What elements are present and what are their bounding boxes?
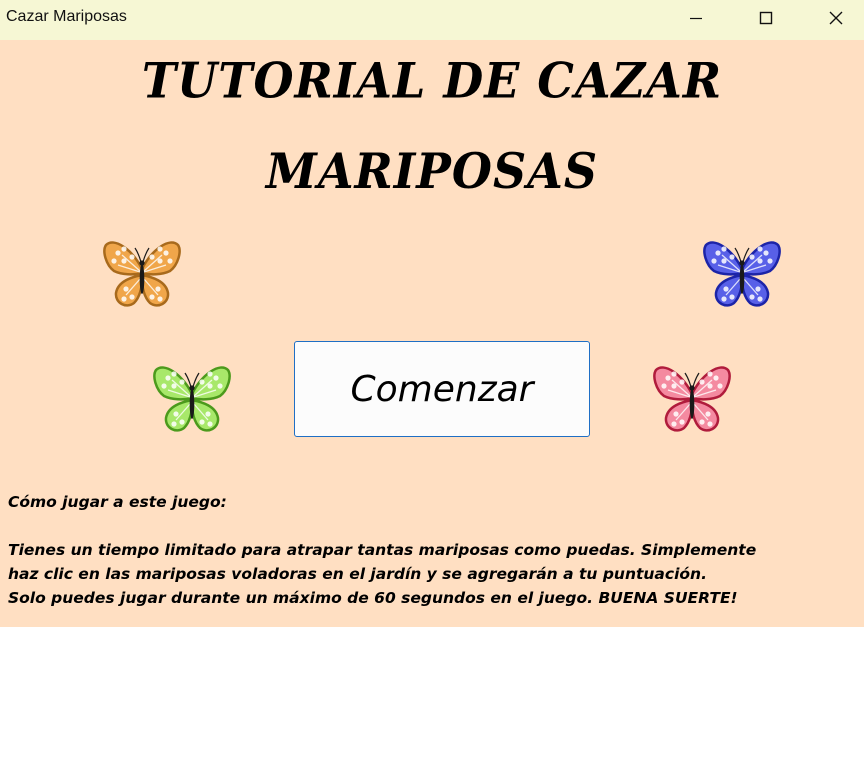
orange-butterfly-icon [103,241,181,307]
title-line-2: MARIPOSAS [265,142,599,200]
how-to-play-line-3: Solo puedes jugar durante un máximo de 6… [8,589,738,607]
page-title: TUTORIAL DE CAZAR MARIPOSAS [0,36,864,217]
maximize-button[interactable] [743,0,789,36]
close-button[interactable] [813,0,859,36]
minimize-icon [690,17,702,20]
window-title: Cazar Mariposas [6,8,127,25]
minimize-button[interactable] [673,0,719,36]
blue-butterfly-icon [703,241,781,307]
how-to-play-heading: Cómo jugar a este juego: [8,493,227,511]
close-icon [829,11,843,25]
pink-butterfly-icon [653,366,731,432]
start-button[interactable]: Comenzar [294,341,590,437]
how-to-play-line-1: Tienes un tiempo limitado para atrapar t… [8,541,757,559]
how-to-play-text: Cómo jugar a este juego: Tienes un tiemp… [8,490,858,610]
maximize-icon [759,11,773,25]
title-line-1: TUTORIAL DE CAZAR [141,52,723,110]
green-butterfly-icon [153,366,231,432]
app-window: Cazar Mariposas TUTORIAL DE CAZAR MARIPO… [0,0,864,768]
how-to-play-line-2: haz clic en las mariposas voladoras en e… [8,565,707,583]
title-bar[interactable]: Cazar Mariposas [0,0,864,40]
